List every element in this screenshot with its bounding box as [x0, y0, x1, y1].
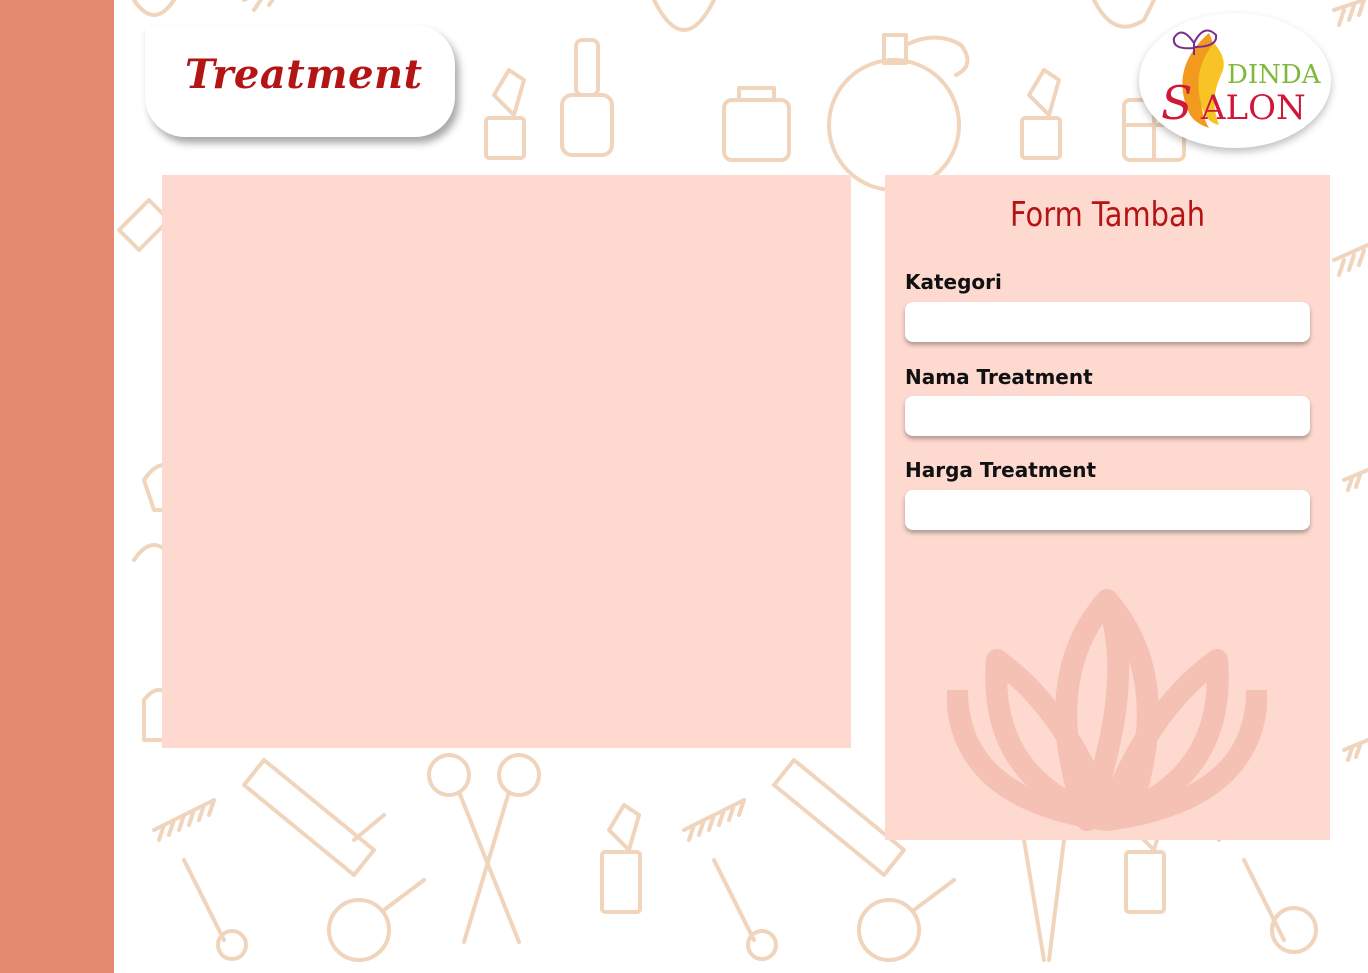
kategori-label: Kategori: [905, 270, 1002, 294]
perfume-bottle-icon: [827, 33, 970, 192]
logo-line2: ALON: [1200, 88, 1306, 128]
comb-icon: [1332, 243, 1368, 277]
comb-icon: [682, 798, 778, 961]
page-title-card: Treatment: [145, 25, 455, 137]
perfume-bottle-icon: [722, 86, 791, 162]
brand-logo: DINDA S ALON: [1139, 13, 1331, 148]
harga-treatment-input[interactable]: [905, 490, 1310, 530]
lipstick-icon: [1020, 68, 1062, 160]
harga-treatment-label: Harga Treatment: [905, 458, 1097, 482]
content-panel: [162, 175, 851, 748]
sidebar: [0, 0, 114, 973]
salon-logo-icon: DINDA S ALON: [1161, 29, 1322, 130]
page-title: Treatment: [185, 51, 423, 98]
comb-icon: [152, 798, 248, 961]
lotus-icon: [947, 589, 1267, 831]
kategori-input[interactable]: [905, 302, 1310, 342]
lipstick-icon: [484, 68, 526, 160]
nail-polish-icon: [560, 38, 614, 157]
form-panel: Form Tambah Kategori Nama Treatment Harg…: [885, 175, 1330, 840]
mirror-icon: [857, 878, 956, 962]
hair-brush-icon: [242, 758, 386, 877]
nama-treatment-input[interactable]: [905, 396, 1310, 436]
scissors-icon: [1022, 838, 1066, 962]
scissors-icon: [427, 753, 541, 944]
nama-treatment-label: Nama Treatment: [905, 365, 1093, 389]
form-title: Form Tambah: [1009, 195, 1206, 235]
logo-letter: S: [1161, 76, 1193, 130]
logo-line1: DINDA: [1227, 60, 1322, 90]
lipstick-icon: [600, 803, 642, 914]
mirror-icon: [327, 878, 426, 962]
comb-icon: [1332, 0, 1366, 27]
